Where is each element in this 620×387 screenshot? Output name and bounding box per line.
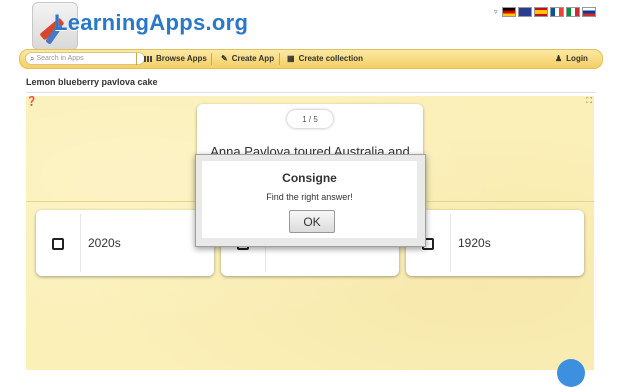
dialog-message: Find the right answer! <box>266 192 353 202</box>
fullscreen-icon[interactable]: ⛶ <box>586 96 592 106</box>
flag-ru-icon[interactable] <box>581 7 596 17</box>
login-label: Login <box>566 54 588 63</box>
nav-bar: ⌕ Search in Apps Browse Apps ✎ Create Ap… <box>19 49 603 69</box>
app-title: Lemon blueberry pavlova cake <box>26 77 158 87</box>
answer-option-3[interactable]: 1920s <box>406 210 584 276</box>
answer-option-1[interactable]: 2020s <box>36 210 214 276</box>
answer-divider <box>450 214 451 272</box>
brand-name: LearningApps.org <box>54 10 249 35</box>
flag-es-icon[interactable] <box>533 7 548 17</box>
collection-icon: ▦ <box>287 54 295 63</box>
round-action-button[interactable] <box>557 359 585 387</box>
create-collection-label: Create collection <box>298 54 364 63</box>
pencil-icon: ✎ <box>221 54 228 63</box>
dropdown-arrow-icon[interactable]: ▿ <box>494 8 498 16</box>
flag-en-icon[interactable] <box>517 7 532 17</box>
create-app-link[interactable]: ✎ Create App <box>221 54 274 63</box>
search-icon: ⌕ <box>30 53 35 63</box>
create-app-label: Create App <box>231 54 275 63</box>
grid-icon <box>144 55 152 62</box>
browse-apps-link[interactable]: Browse Apps <box>144 54 207 63</box>
nav-divider <box>211 53 212 65</box>
user-icon: ♟ <box>555 54 563 63</box>
answer-label-3: 1920s <box>458 236 491 250</box>
browse-apps-label: Browse Apps <box>156 54 207 63</box>
language-selector[interactable]: ▿ <box>494 7 596 17</box>
flag-it-icon[interactable] <box>565 7 580 17</box>
checkbox-icon[interactable] <box>52 238 64 250</box>
nav-divider <box>279 53 280 65</box>
nav-divider <box>136 53 137 65</box>
flag-fr-icon[interactable] <box>549 7 564 17</box>
logo[interactable]: LearningApps.org <box>28 0 248 50</box>
question-counter: 1 / 5 <box>287 110 333 128</box>
answer-divider <box>80 214 81 272</box>
login-link[interactable]: ♟ Login <box>555 54 588 63</box>
title-divider <box>26 92 596 93</box>
dialog-body: Consigne Find the right answer! OK <box>202 161 417 238</box>
instruction-dialog: Consigne Find the right answer! OK <box>195 154 426 247</box>
help-icon[interactable]: ❓ <box>26 96 37 106</box>
answer-label-1: 2020s <box>88 236 121 250</box>
ok-button[interactable]: OK <box>289 210 335 233</box>
search-input[interactable]: ⌕ Search in Apps <box>25 52 145 65</box>
search-placeholder: Search in Apps <box>36 55 84 62</box>
create-collection-link[interactable]: ▦ Create collection <box>287 54 363 63</box>
dialog-title: Consigne <box>282 171 337 185</box>
flag-de-icon[interactable] <box>501 7 516 17</box>
